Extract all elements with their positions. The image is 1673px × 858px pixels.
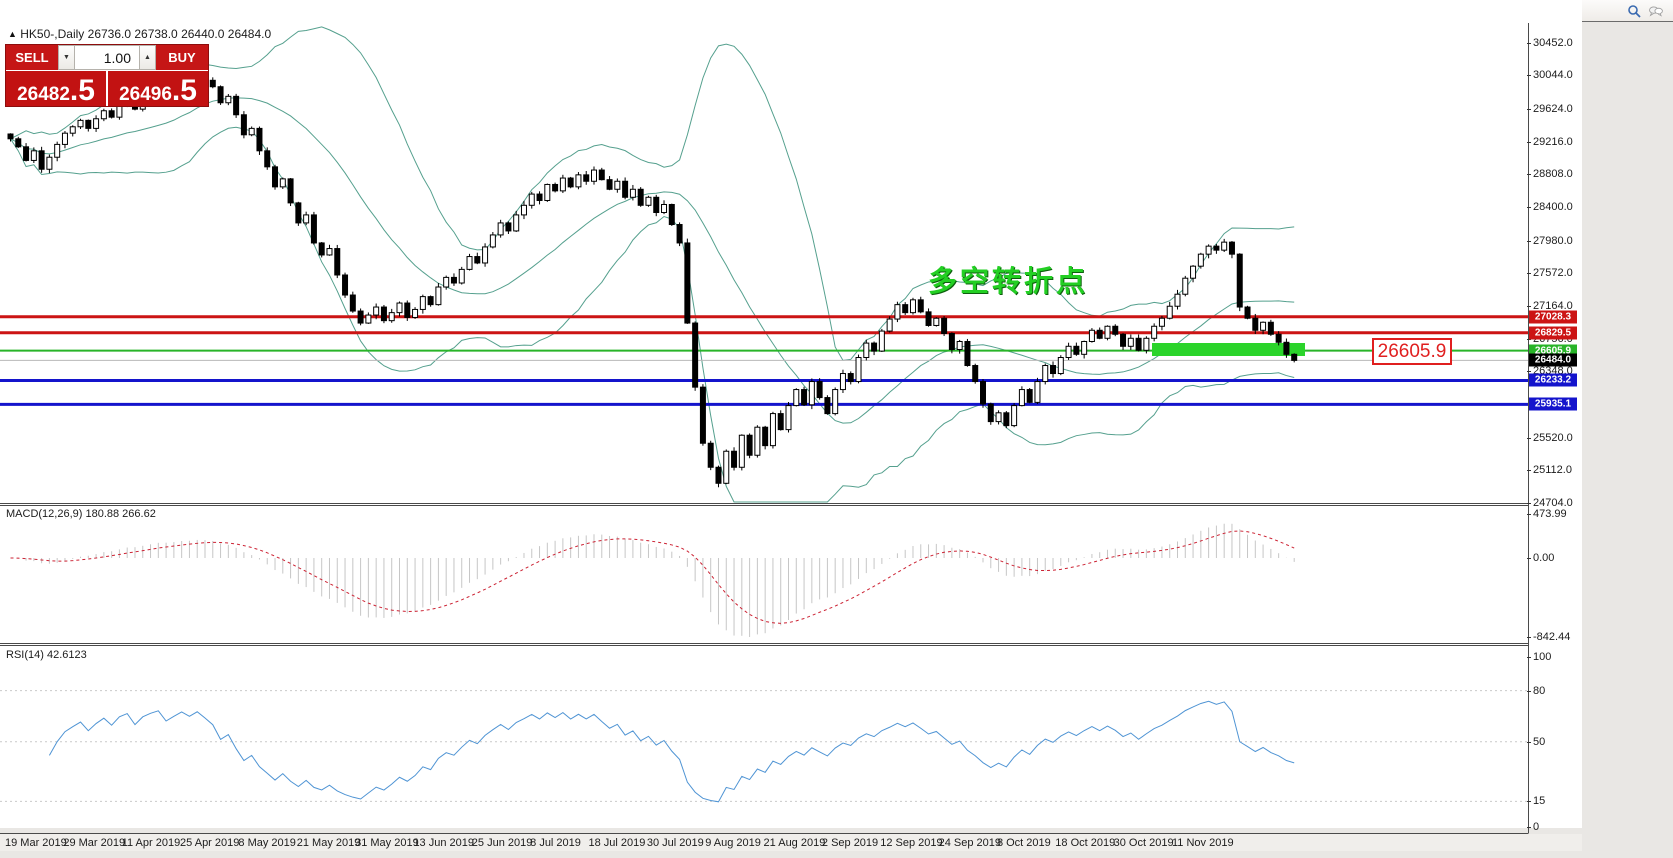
date-label: 11 Apr 2019	[122, 837, 181, 849]
sell-price-int: 26482	[17, 85, 70, 104]
volume-increase-button[interactable]: ▲	[139, 45, 156, 70]
date-label: 11 Nov 2019	[1172, 837, 1234, 849]
search-icon[interactable]	[1626, 3, 1642, 19]
level-price-label: 26233.2	[1529, 374, 1577, 387]
date-label: 2 Sep 2019	[822, 837, 878, 849]
main-chart-canvas[interactable]	[0, 0, 1582, 858]
volume-decrease-button[interactable]: ▼	[58, 45, 75, 70]
one-click-trade-panel: SELL ▼ 1.00 ▲ BUY 26482 .5 26496 .5	[5, 44, 209, 107]
mt4-window: 新订单 自动交易	[0, 0, 1673, 858]
price-tick: 29624.0	[1533, 103, 1573, 115]
date-label: 24 Sep 2019	[939, 837, 1001, 849]
rsi-tick: 50	[1533, 736, 1545, 748]
price-tick: 25520.0	[1533, 432, 1573, 444]
symbol-period-label: HK50-,Daily	[20, 27, 84, 41]
price-tick: 25112.0	[1533, 464, 1572, 476]
date-label: 25 Apr 2019	[180, 837, 239, 849]
date-label: 19 Mar 2019	[5, 837, 67, 849]
date-label: 12 Sep 2019	[880, 837, 942, 849]
macd-label: MACD(12,26,9) 180.88 266.62	[6, 508, 156, 520]
rsi-tick: 0	[1533, 821, 1539, 833]
volume-input[interactable]: 1.00	[75, 45, 139, 70]
buy-price-frac: .5	[172, 79, 197, 104]
rsi-tick: 15	[1533, 795, 1545, 807]
date-label: 18 Oct 2019	[1055, 837, 1115, 849]
date-label: 18 Jul 2019	[589, 837, 646, 849]
date-label: 13 Jun 2019	[413, 837, 474, 849]
price-tick: 30452.0	[1533, 37, 1573, 49]
current-price-label: 26484.0	[1529, 354, 1577, 367]
rsi-tick: 80	[1533, 685, 1545, 697]
price-tag-26605: 26605.9	[1372, 338, 1452, 365]
macd-tick: 473.99	[1533, 508, 1567, 520]
level-price-label: 27028.3	[1529, 310, 1577, 323]
date-label: 8 Oct 2019	[997, 837, 1051, 849]
macd-tick: -842.44	[1533, 631, 1570, 643]
caret-up-icon: ▲	[144, 54, 151, 61]
chart-annotation-text: 多空转折点	[928, 258, 1088, 300]
price-tick: 28808.0	[1533, 168, 1573, 180]
level-price-label: 26829.5	[1529, 326, 1577, 339]
price-tick: 30044.0	[1533, 69, 1573, 81]
price-tick: 29216.0	[1533, 136, 1573, 148]
sell-button[interactable]: SELL	[6, 45, 58, 70]
date-label: 9 Aug 2019	[705, 837, 761, 849]
price-tick: 27572.0	[1533, 267, 1573, 279]
chart-title: ▲ HK50-,Daily 26736.0 26738.0 26440.0 26…	[8, 27, 271, 41]
date-label: 31 May 2019	[355, 837, 419, 849]
caret-down-icon: ▼	[63, 54, 70, 61]
sell-price-button[interactable]: 26482 .5	[6, 71, 106, 106]
symbol-arrow-icon: ▲	[8, 29, 17, 39]
date-label: 21 Aug 2019	[764, 837, 826, 849]
date-label: 25 Jun 2019	[472, 837, 533, 849]
price-tick: 28400.0	[1533, 201, 1573, 213]
level-price-label: 25935.1	[1529, 398, 1577, 411]
buy-price-button[interactable]: 26496 .5	[108, 71, 208, 106]
rsi-tick: 100	[1533, 651, 1551, 663]
date-label: 30 Jul 2019	[647, 837, 704, 849]
price-tick: 27980.0	[1533, 235, 1573, 247]
buy-button[interactable]: BUY	[156, 45, 208, 70]
rsi-label: RSI(14) 42.6123	[6, 649, 87, 661]
sell-price-frac: .5	[70, 79, 95, 104]
date-label: 21 May 2019	[297, 837, 361, 849]
date-label: 29 Mar 2019	[63, 837, 125, 849]
macd-tick: 0.00	[1533, 552, 1554, 564]
date-label: 8 Jul 2019	[530, 837, 581, 849]
ohlc-values: 26736.0 26738.0 26440.0 26484.0	[88, 27, 272, 41]
chat-icon[interactable]	[1648, 3, 1664, 19]
date-label: 8 May 2019	[238, 837, 295, 849]
buy-price-int: 26496	[119, 85, 172, 104]
date-label: 30 Oct 2019	[1114, 837, 1174, 849]
